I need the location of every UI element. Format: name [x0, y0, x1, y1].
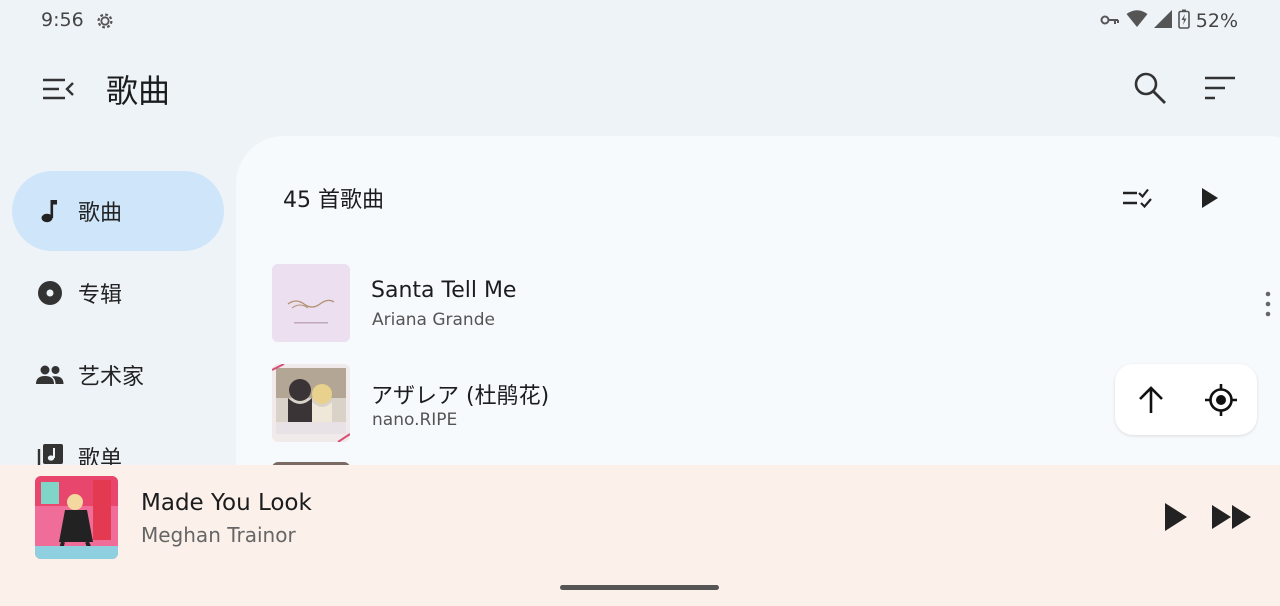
status-bar: 9:56 52%	[0, 0, 1280, 42]
battery-percent: 52%	[1195, 10, 1238, 32]
wifi-icon	[1126, 9, 1148, 33]
mini-player[interactable]: Made You Look Meghan Trainor	[0, 465, 1280, 606]
battery-charging-icon	[1177, 9, 1190, 34]
people-icon	[36, 361, 64, 389]
cellular-icon	[1153, 9, 1172, 33]
page-title: 歌曲	[106, 72, 171, 110]
album-icon	[36, 279, 64, 307]
arrow-up-icon[interactable]	[1129, 378, 1173, 422]
song-artist: Ariana Grande	[372, 310, 495, 330]
album-cover	[272, 264, 350, 342]
locate-icon[interactable]	[1199, 378, 1243, 422]
home-indicator[interactable]	[560, 585, 719, 590]
music-note-icon	[36, 197, 64, 225]
menu-collapse-icon[interactable]	[36, 68, 80, 110]
status-indicators: 52%	[1100, 8, 1238, 34]
search-icon[interactable]	[1128, 66, 1172, 110]
settings-icon	[94, 10, 116, 32]
song-title: Santa Tell Me	[371, 278, 517, 303]
song-artist: nano.RIPE	[372, 410, 458, 430]
nav-label: 艺术家	[78, 365, 145, 390]
vpn-key-icon	[1100, 10, 1120, 32]
song-title: アザレア (杜鹃花)	[371, 384, 550, 409]
status-time: 9:56	[41, 9, 84, 31]
album-cover	[35, 476, 118, 559]
album-cover	[272, 364, 350, 442]
skip-next-icon[interactable]	[1208, 495, 1256, 539]
nav-item-songs[interactable]: 歌曲	[12, 171, 224, 251]
list-item[interactable]: Santa Tell Me Ariana Grande	[272, 264, 1272, 348]
now-playing-artist: Meghan Trainor	[141, 523, 296, 547]
play-all-icon[interactable]	[1188, 176, 1232, 220]
sort-icon[interactable]	[1198, 66, 1242, 110]
nav-item-albums[interactable]: 专辑	[12, 253, 224, 333]
song-list-panel: 45 首歌曲 Santa Tell Me Ariana Grande アザレア …	[236, 136, 1280, 496]
now-playing-title: Made You Look	[141, 490, 312, 516]
nav-item-artists[interactable]: 艺术家	[12, 335, 224, 415]
more-vert-icon[interactable]	[1248, 284, 1280, 324]
nav-label: 专辑	[78, 283, 123, 308]
floating-buttons	[1115, 364, 1257, 435]
play-icon[interactable]	[1154, 495, 1198, 539]
nav-label: 歌曲	[78, 201, 123, 226]
multi-select-icon[interactable]	[1116, 176, 1160, 220]
song-count: 45 首歌曲	[283, 188, 384, 213]
